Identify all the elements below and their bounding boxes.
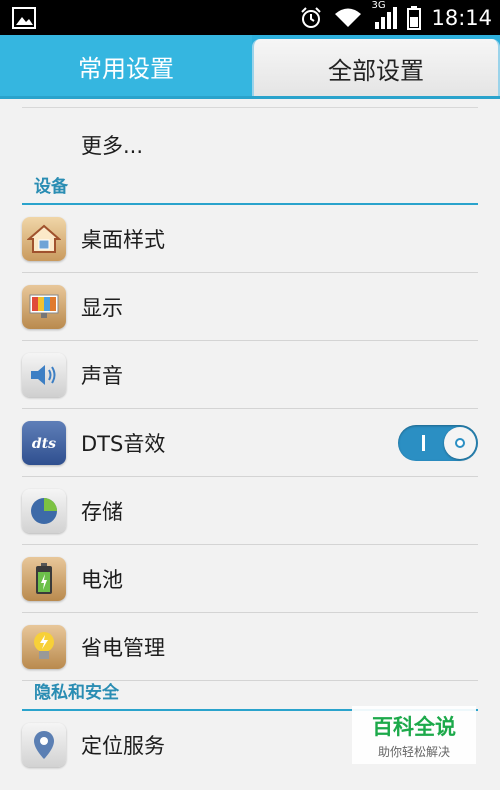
svg-text:dts: dts [32,436,56,452]
alarm-icon [299,6,323,30]
item-battery[interactable]: 电池 [22,545,478,613]
tab-bar: 常用设置 全部设置 [0,35,500,98]
battery-item-icon [22,556,66,601]
battery-icon [407,5,422,30]
tab-all-settings[interactable]: 全部设置 [252,39,500,98]
dts-icon: dts [22,420,66,465]
item-label: 显示 [81,295,123,320]
item-dts-sound[interactable]: dts DTS音效 [22,409,478,477]
tab-common-settings[interactable]: 常用设置 [0,35,252,98]
watermark-title: 百科全说 [372,714,456,739]
section-title-device: 设备 [34,177,68,197]
item-label: 声音 [81,363,123,388]
home-icon [22,216,66,261]
item-label: 桌面样式 [81,227,165,252]
display-icon [22,284,66,329]
image-icon [12,6,36,29]
item-storage[interactable]: 存储 [22,477,478,545]
status-bar: 3G 18:14 [0,0,500,35]
item-sound[interactable]: 声音 [22,341,478,409]
lightbulb-icon [22,624,66,669]
watermark: 百科全说 助你轻松解决 [352,706,476,764]
network-type-label: 3G [371,0,386,11]
item-display[interactable]: 显示 [22,273,478,341]
wifi-icon [333,7,363,29]
more-item-label: 更多... [81,134,144,158]
item-desktop-style[interactable]: 桌面样式 [22,205,478,273]
item-power-saving[interactable]: 省电管理 [22,613,478,681]
watermark-subtitle: 助你轻松解决 [377,744,450,759]
section-header-device: 设备 [22,175,478,205]
dts-toggle[interactable] [398,425,478,461]
item-label: 存储 [81,499,123,524]
settings-list: 更多... 设备 桌面样式 显示 声音 dts DTS音效 存储 电池 省电管理… [0,99,500,779]
more-item[interactable]: 更多... [22,107,478,175]
storage-pie-icon [22,488,66,533]
item-label: 定位服务 [81,734,165,758]
section-title-privacy: 隐私和安全 [34,683,119,703]
toggle-on-bar [422,435,425,451]
toggle-knob [444,427,476,459]
status-time: 18:14 [431,5,492,30]
item-label: DTS音效 [81,431,166,456]
speaker-icon [22,352,66,397]
location-pin-icon [22,723,66,767]
item-label: 电池 [81,567,123,592]
item-label: 省电管理 [81,635,165,660]
signal-icon: 3G [371,0,398,30]
